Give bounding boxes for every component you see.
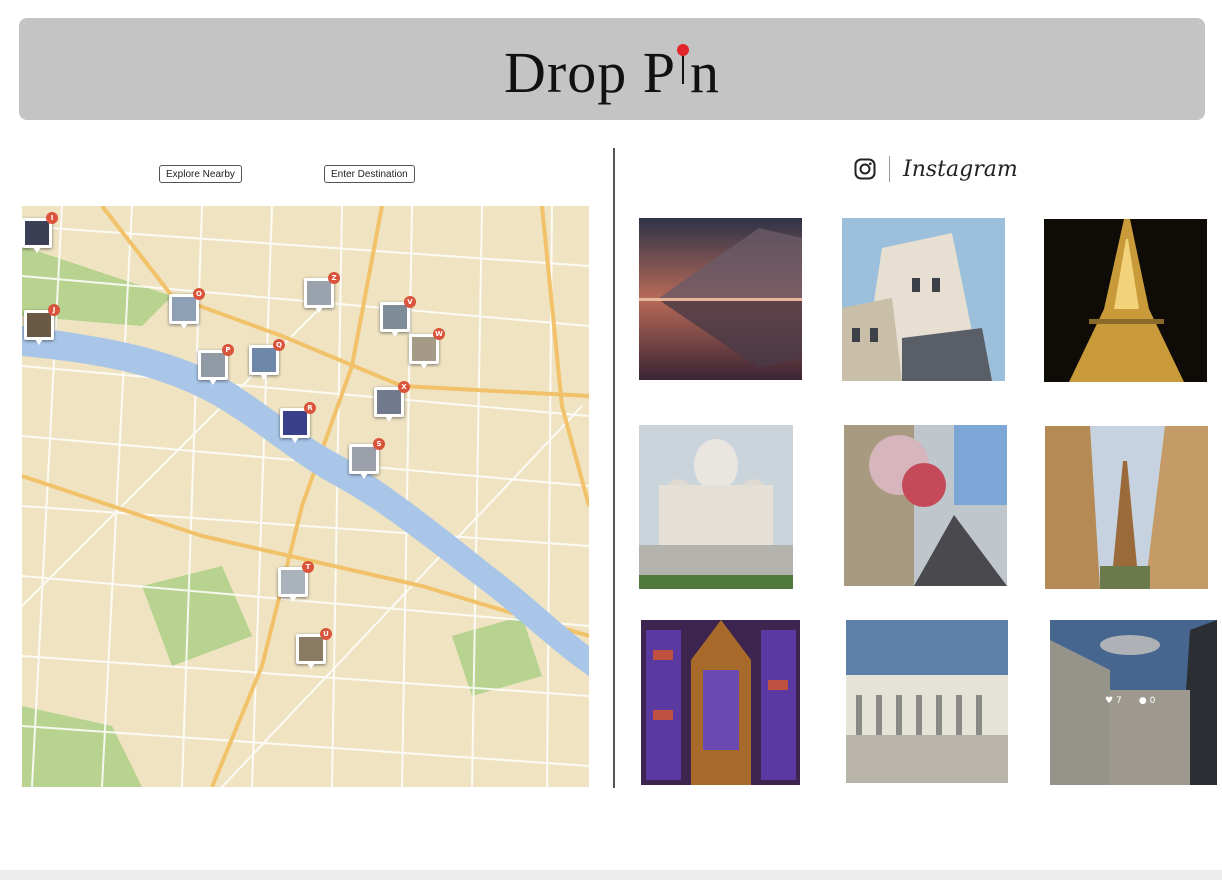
instagram-separator — [889, 156, 890, 182]
map-marker-v[interactable]: V — [380, 296, 416, 337]
marker-badge: W — [433, 328, 445, 340]
building-facade-image — [842, 218, 1005, 381]
marker-photo — [307, 281, 331, 305]
map-marker-w[interactable]: W — [409, 328, 445, 369]
column-divider — [613, 148, 615, 788]
map-marker-t[interactable]: T — [278, 561, 314, 602]
map-marker-x[interactable]: X — [374, 381, 410, 422]
enter-destination-button[interactable]: Enter Destination — [324, 165, 415, 183]
page-footer — [0, 870, 1222, 880]
heart-icon: ♥ — [1105, 696, 1114, 706]
pin-icon — [676, 44, 690, 102]
map-marker-s[interactable]: S — [349, 438, 385, 479]
marker-badge: Q — [273, 339, 285, 351]
marker-photo — [172, 297, 196, 321]
explore-nearby-button[interactable]: Explore Nearby — [159, 165, 242, 183]
map-marker-z[interactable]: Z — [304, 272, 340, 313]
marker-photo — [283, 411, 307, 435]
instagram-photo-6[interactable] — [1045, 426, 1208, 589]
marker-photo — [201, 353, 225, 377]
photo-hover-stats: ♥ 7 ● 0 — [1105, 696, 1155, 706]
instagram-header: Instagram — [854, 154, 1018, 184]
instagram-wordmark: Instagram — [903, 156, 1018, 182]
marker-photo — [377, 390, 401, 414]
sacre-coeur-image — [639, 425, 793, 589]
instagram-photo-4[interactable] — [639, 425, 793, 589]
marker-photo — [252, 348, 276, 372]
map-marker-o[interactable]: O — [169, 288, 205, 329]
marker-badge: O — [193, 288, 205, 300]
like-count: 7 — [1115, 696, 1122, 706]
marker-badge: R — [304, 402, 316, 414]
paris-map[interactable]: I J O Z V W P Q X R S T U — [22, 206, 589, 787]
marker-badge: Z — [328, 272, 340, 284]
instagram-photo-5[interactable] — [844, 425, 1007, 586]
comment-count: 0 — [1149, 696, 1156, 706]
instagram-photo-1[interactable] — [639, 218, 802, 380]
louvre-pyramid-image — [639, 218, 802, 380]
marker-badge: J — [48, 304, 60, 316]
marker-badge: S — [373, 438, 385, 450]
app-header: Drop P n — [19, 18, 1205, 120]
instagram-icon — [854, 158, 876, 180]
marker-photo — [383, 305, 407, 329]
instagram-photo-2[interactable] — [842, 218, 1005, 381]
marker-badge: T — [302, 561, 314, 573]
instagram-photo-8[interactable] — [846, 620, 1008, 783]
map-marker-q[interactable]: Q — [249, 339, 285, 380]
marker-badge: X — [398, 381, 410, 393]
marker-badge: U — [320, 628, 332, 640]
eiffel-tower-night-image — [1044, 219, 1207, 382]
map-marker-j[interactable]: J — [24, 304, 60, 345]
instagram-photo-9[interactable]: ♥ 7 ● 0 — [1050, 620, 1217, 785]
marker-badge: P — [222, 344, 234, 356]
map-marker-r[interactable]: R — [280, 402, 316, 443]
marker-photo — [412, 337, 436, 361]
marker-photo — [27, 313, 51, 337]
instagram-photo-3[interactable] — [1044, 219, 1207, 382]
flower-street-image — [844, 425, 1007, 586]
sainte-chapelle-image — [641, 620, 800, 785]
comment-icon: ● — [1138, 696, 1147, 706]
palais-royal-image — [846, 620, 1008, 783]
map-marker-p[interactable]: P — [198, 344, 234, 385]
marker-photo — [299, 637, 323, 661]
marker-photo — [25, 221, 49, 245]
marker-photo — [352, 447, 376, 471]
map-marker-i[interactable]: I — [22, 212, 58, 253]
marker-badge: V — [404, 296, 416, 308]
eiffel-street-view-image — [1045, 426, 1208, 589]
instagram-photo-7[interactable] — [641, 620, 800, 785]
map-marker-u[interactable]: U — [296, 628, 332, 669]
marker-badge: I — [46, 212, 58, 224]
drop-pin-logo: Drop P n — [504, 40, 720, 105]
marker-photo — [281, 570, 305, 594]
